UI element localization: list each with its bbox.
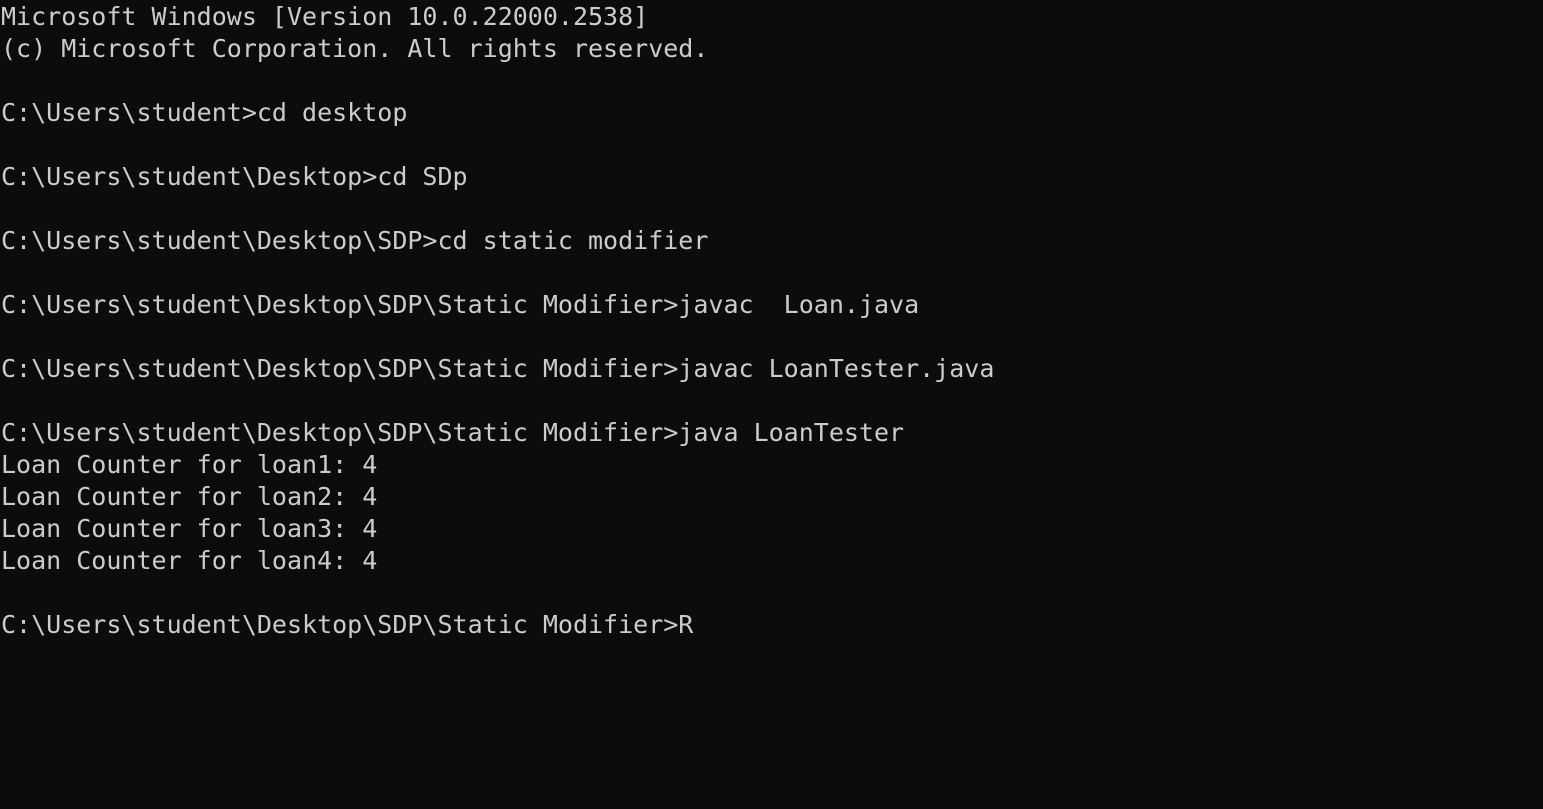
terminal-line-output: Loan Counter for loan4: 4 [1,546,378,575]
terminal-window[interactable]: Microsoft Windows [Version 10.0.22000.25… [0,0,1543,809]
terminal-line-command: C:\Users\student\Desktop\SDP\Static Modi… [1,418,905,447]
terminal-line-command: C:\Users\student\Desktop\SDP\Static Modi… [1,290,920,319]
terminal-line-command: C:\Users\student\Desktop>cd SDp [1,162,468,191]
terminal-line-command: C:\Users\student\Desktop\SDP\Static Modi… [1,354,995,383]
terminal-prompt-current[interactable]: C:\Users\student\Desktop\SDP\Static Modi… [0,609,1543,641]
terminal-line-command: C:\Users\student\Desktop\SDP>cd static m… [1,226,709,255]
terminal-line-output: Loan Counter for loan3: 4 [1,514,378,543]
terminal-line-output: Loan Counter for loan2: 4 [1,482,378,511]
terminal-line-output: Loan Counter for loan1: 4 [1,450,378,479]
terminal-line-command: C:\Users\student>cd desktop [1,98,408,127]
terminal-line-copyright: (c) Microsoft Corporation. All rights re… [1,34,709,63]
terminal-line-version: Microsoft Windows [Version 10.0.22000.25… [1,2,649,31]
